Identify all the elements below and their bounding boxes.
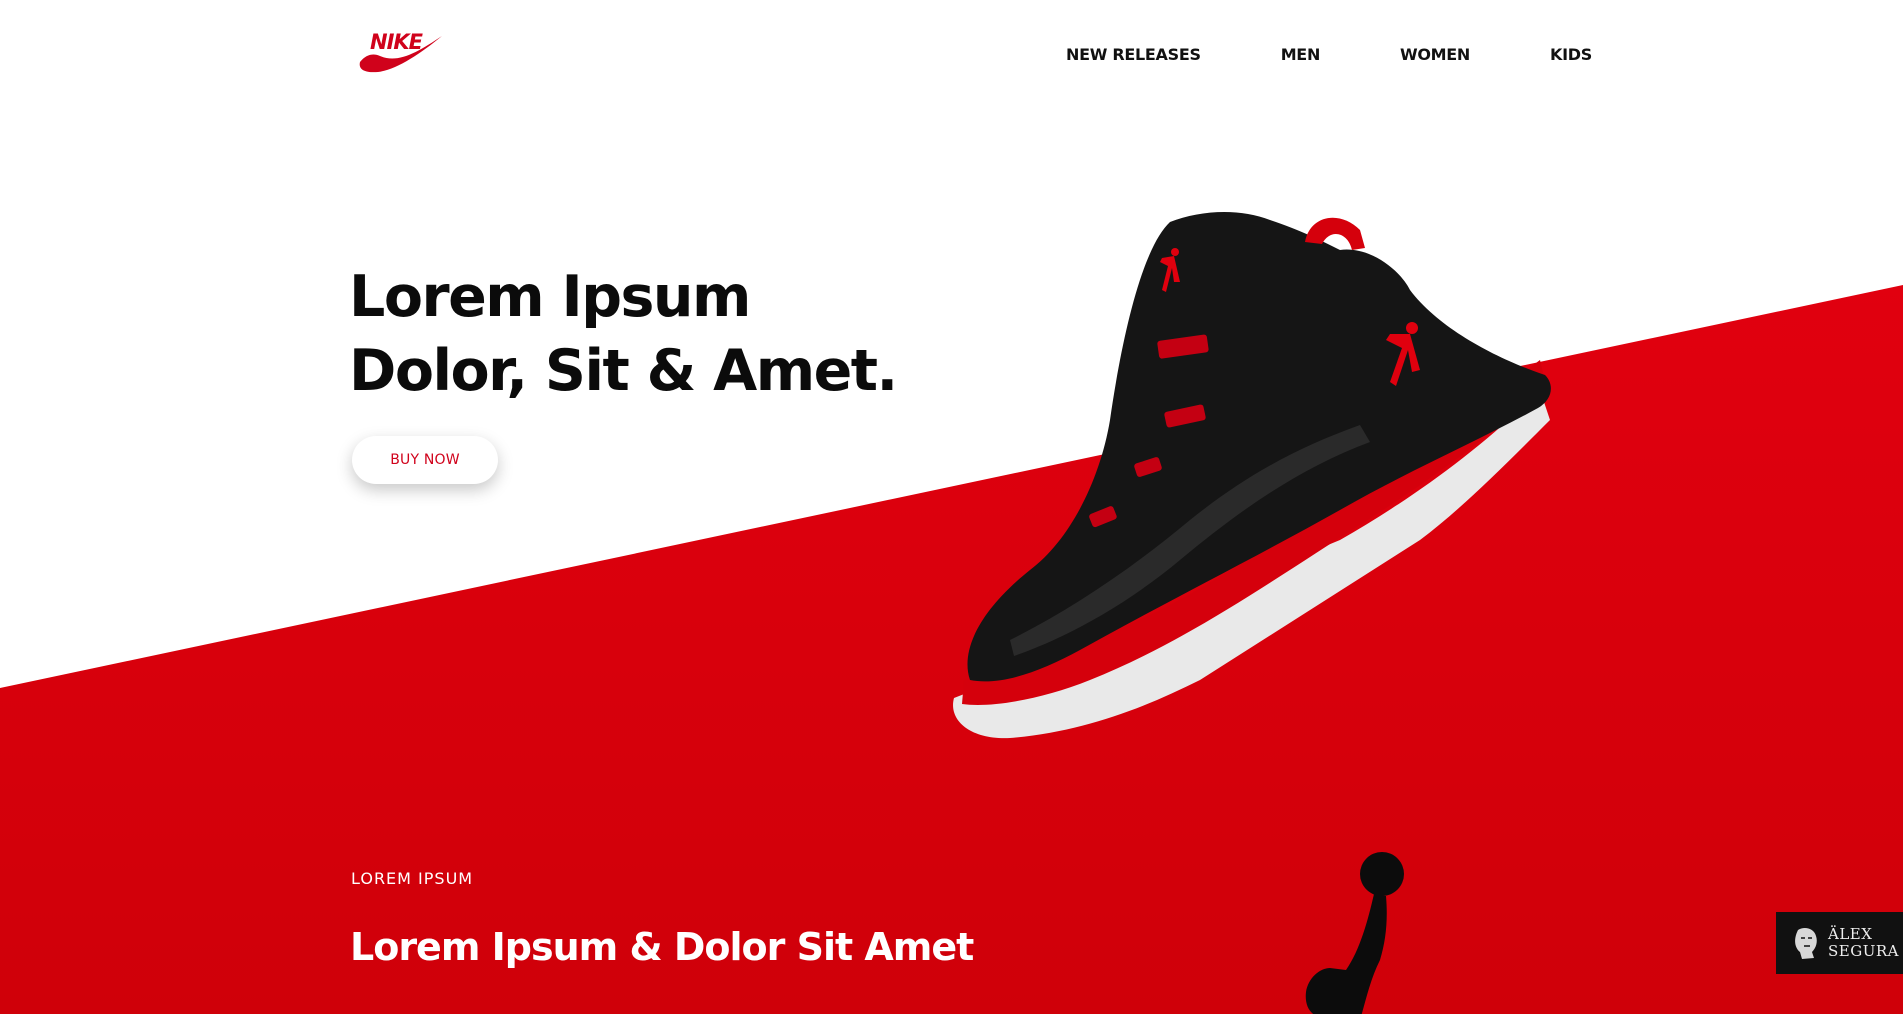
nav-men[interactable]: MEN [1281,45,1321,64]
buy-now-button[interactable]: BUY NOW [352,436,498,484]
author-name-line1: ÄLEX [1828,925,1873,943]
hero-title: Lorem Ipsum Dolor, Sit & Amet. [349,260,898,408]
basketball-shoe-image [953,211,1551,739]
nav-women[interactable]: WOMEN [1400,45,1470,64]
main-nav: NEW RELEASES MEN WOMEN KIDS [1066,45,1592,64]
jumpman-silhouette-icon [1305,852,1404,1014]
author-name: ÄLEX SEGURA [1828,926,1899,960]
author-face-icon [1795,928,1817,959]
author-badge[interactable]: ÄLEX SEGURA [1776,912,1903,974]
nike-logo-icon[interactable]: NIKE [358,26,444,76]
hero-title-line2: Dolor, Sit & Amet. [349,338,898,404]
section-eyebrow: LOREM IPSUM [351,869,474,888]
section-title: Lorem Ipsum & Dolor Sit Amet [350,925,974,969]
nav-kids[interactable]: KIDS [1550,45,1592,64]
site-header: NIKE NEW RELEASES MEN WOMEN KIDS [0,0,1903,110]
nav-new-releases[interactable]: NEW RELEASES [1066,45,1201,64]
author-name-line2: SEGURA [1828,942,1899,960]
landing-page: NIKE NEW RELEASES MEN WOMEN KIDS Lorem I… [0,0,1903,1014]
hero-title-line1: Lorem Ipsum [349,264,751,330]
nike-logo-text: NIKE [370,30,424,54]
